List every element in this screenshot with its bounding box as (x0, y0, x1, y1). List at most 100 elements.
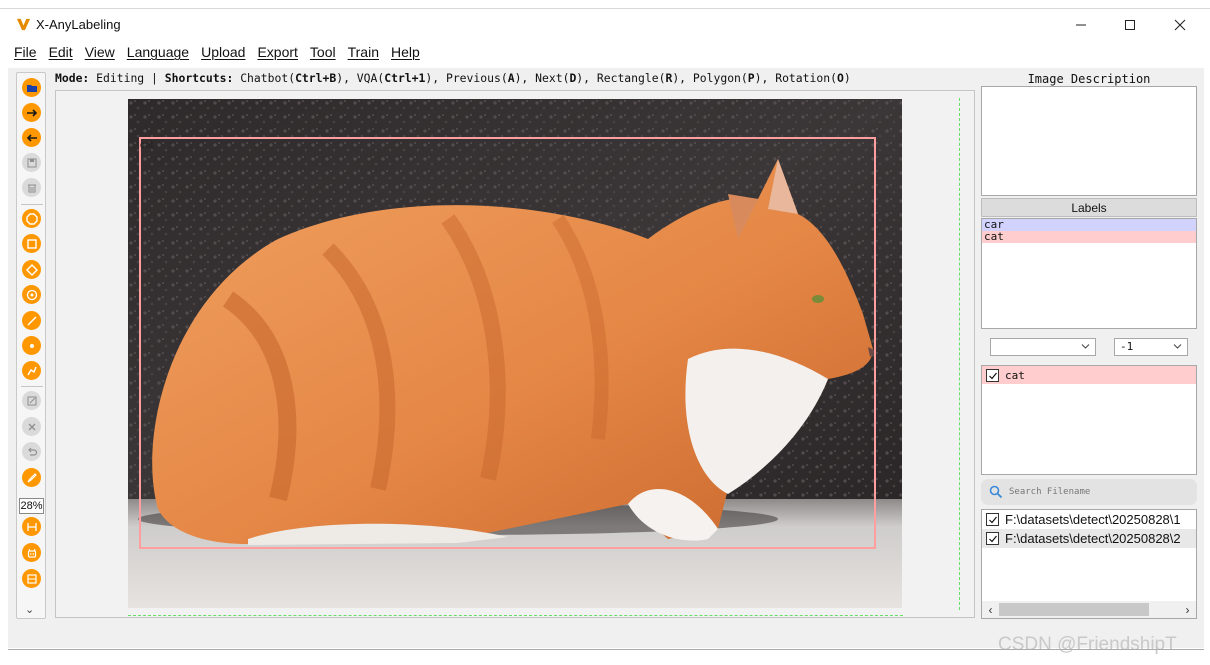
shortcut-list: Chatbot(Ctrl+B), VQA(Ctrl+1), Previous(A… (240, 71, 851, 85)
menu-view[interactable]: View (85, 44, 115, 64)
delete-file-button[interactable] (22, 178, 41, 197)
shape-list: cat (981, 365, 1197, 475)
next-image-icon (26, 108, 37, 117)
search-placeholder: Search Filename (1009, 487, 1091, 497)
file-checkbox[interactable] (986, 513, 999, 526)
polygon-icon (25, 212, 38, 225)
undo-button[interactable] (22, 442, 41, 461)
group-id-select[interactable]: -1 (1114, 338, 1188, 356)
scroll-left-icon[interactable]: ‹ (982, 603, 999, 617)
shortcut-name: Previous (445, 71, 501, 85)
save-button[interactable] (22, 153, 41, 172)
mode-shortcuts-bar: Mode: Editing | Shortcuts: Chatbot(Ctrl+… (55, 71, 975, 87)
close-button[interactable] (1165, 14, 1195, 36)
open-folder-icon (26, 84, 37, 92)
chevron-down-icon (1173, 344, 1182, 349)
menu-edit[interactable]: Edit (49, 44, 73, 64)
chevron-down-icon (1081, 344, 1090, 349)
mode-value: Editing (96, 71, 145, 85)
create-circle-button[interactable] (22, 285, 41, 304)
file-list: F:\datasets\detect\20250828\1 F:\dataset… (981, 509, 1197, 619)
overview-icon (26, 573, 37, 584)
file-checkbox[interactable] (986, 532, 999, 545)
menu-train[interactable]: Train (348, 44, 379, 64)
menu-language[interactable]: Language (127, 44, 189, 64)
create-polygon-button[interactable] (22, 209, 41, 228)
shape-label: cat (140, 140, 154, 151)
previous-image-button[interactable] (22, 128, 41, 147)
shortcut-name: Next (535, 71, 563, 85)
create-rectangle-button[interactable] (22, 234, 41, 253)
menu-upload[interactable]: Upload (201, 44, 245, 64)
shortcut-name: VQA (356, 71, 378, 85)
linestrip-icon (26, 366, 37, 375)
edit-icon (27, 396, 36, 405)
label-item-car[interactable]: car (982, 219, 1196, 231)
group-id-value: -1 (1120, 340, 1134, 353)
image-description-textbox[interactable] (981, 86, 1197, 196)
cat-bounding-box[interactable] (139, 137, 876, 549)
circle-icon (26, 289, 37, 300)
menu-file[interactable]: File (14, 44, 37, 64)
edit-shape-button[interactable] (22, 391, 41, 410)
line-icon (27, 316, 36, 325)
mode-label: Mode: (55, 71, 90, 85)
labels-list: car cat (981, 218, 1197, 329)
shortcut-name: Rectangle (596, 71, 659, 85)
label-item-cat[interactable]: cat (982, 231, 1196, 243)
minimize-button[interactable] (1066, 14, 1096, 36)
shortcut-key: R (665, 71, 673, 85)
file-path: F:\datasets\detect\20250828\1 (1005, 512, 1181, 527)
window-title: X-AnyLabeling (36, 17, 121, 32)
delete-shape-button[interactable] (22, 417, 41, 436)
canvas-guide-vertical (959, 98, 960, 610)
group-select[interactable] (990, 338, 1096, 356)
shortcut-name: Polygon (692, 71, 741, 85)
shortcut-key: O (836, 71, 844, 85)
watermark: CSDN @FriendshipT (998, 634, 1177, 655)
checkmark-icon (989, 535, 997, 543)
bottom-edge (8, 649, 1204, 650)
shortcut-key: Ctrl+1 (384, 71, 426, 85)
file-item[interactable]: F:\datasets\detect\20250828\2 (982, 529, 1196, 548)
create-point-button[interactable] (22, 336, 41, 355)
shape-visibility-checkbox[interactable] (986, 368, 999, 382)
menu-help[interactable]: Help (391, 44, 420, 64)
next-image-button[interactable] (22, 103, 41, 122)
zoom-level-input[interactable]: 28% (19, 498, 44, 514)
mode-separator: | (151, 71, 158, 85)
checkmark-icon (989, 372, 997, 379)
shortcut-key: A (507, 71, 515, 85)
menu-tool[interactable]: Tool (310, 44, 336, 64)
menu-export[interactable]: Export (257, 44, 297, 64)
toolbar-separator (21, 386, 43, 387)
open-folder-button[interactable] (22, 78, 41, 97)
maximize-button[interactable] (1115, 14, 1145, 36)
fit-width-button[interactable] (22, 517, 41, 536)
overview-button[interactable] (22, 569, 41, 588)
shortcut-name: Chatbot (240, 71, 289, 85)
brush-button[interactable] (22, 468, 41, 487)
minimize-icon (1076, 24, 1086, 26)
top-edge (0, 8, 1210, 9)
create-linestrip-button[interactable] (22, 361, 41, 380)
file-item[interactable]: F:\datasets\detect\20250828\1 (982, 510, 1196, 529)
shortcuts-label: Shortcuts: (164, 71, 234, 85)
scrollbar-thumb[interactable] (999, 603, 1149, 616)
file-search-input[interactable]: Search Filename (981, 479, 1197, 505)
scroll-right-icon[interactable]: › (1179, 603, 1196, 617)
toolbar-more-chevron-icon[interactable]: ⌄ (25, 603, 34, 616)
auto-label-button[interactable] (22, 543, 41, 562)
shape-item-cat[interactable]: cat (982, 366, 1196, 384)
search-icon (989, 485, 1003, 499)
file-list-scrollbar[interactable]: ‹ › (982, 601, 1196, 618)
auto-label-icon (27, 548, 36, 558)
menu-bar: File Edit View Language Upload Export To… (14, 44, 420, 64)
shortcut-key: D (569, 71, 577, 85)
create-line-button[interactable] (22, 311, 41, 330)
save-icon (27, 158, 36, 167)
delete-file-icon (27, 184, 36, 192)
point-icon (29, 343, 34, 348)
create-rotation-button[interactable] (22, 260, 41, 279)
undo-icon (27, 447, 37, 456)
